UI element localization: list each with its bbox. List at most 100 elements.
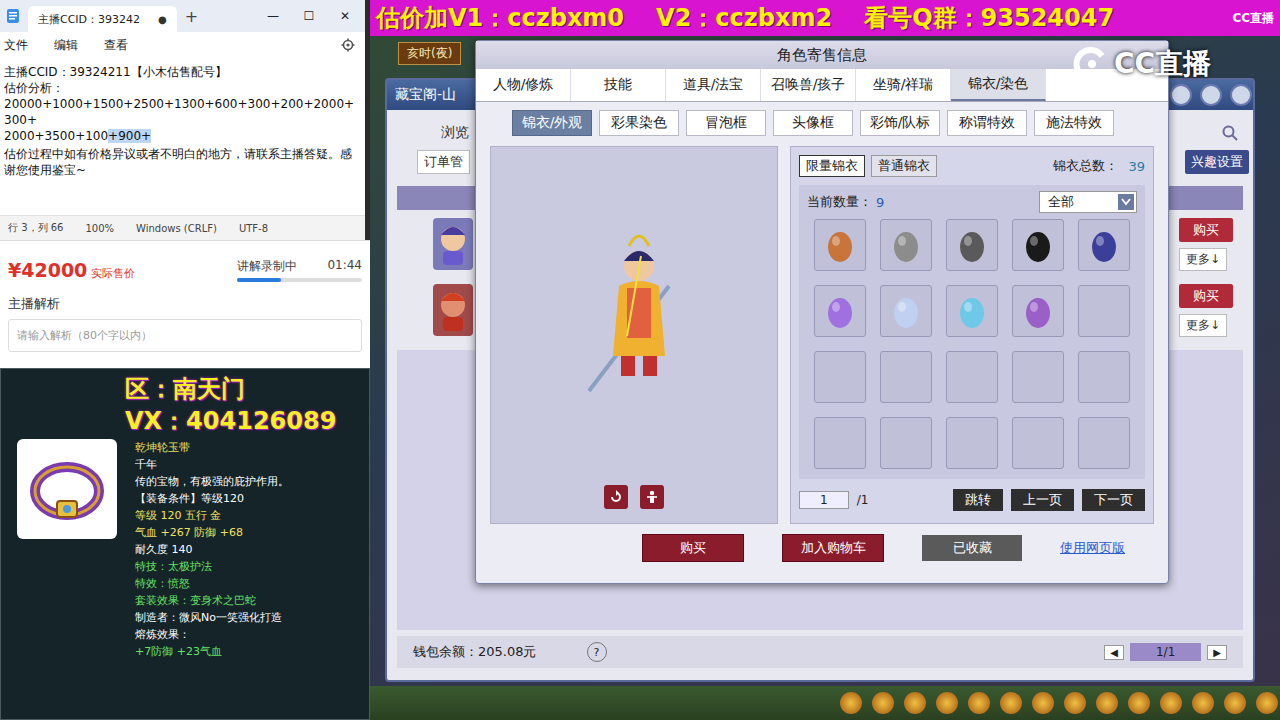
toolbar-icon[interactable] — [1256, 692, 1278, 714]
action-button[interactable]: 加入购物车 — [782, 534, 884, 562]
price-value: ¥42000 — [8, 259, 87, 281]
outfit-slot[interactable] — [814, 417, 866, 469]
minimize-icon[interactable] — [1170, 84, 1192, 106]
outfit-slot[interactable] — [1012, 285, 1064, 337]
page-indicator: 1/1 — [1130, 643, 1201, 661]
rotate-icon[interactable] — [604, 485, 628, 509]
help-button[interactable]: ? — [587, 642, 607, 662]
toolbar-icon[interactable] — [968, 692, 990, 714]
outfit-slot[interactable] — [1078, 285, 1130, 337]
nav-item[interactable]: 订单管 — [417, 150, 470, 174]
outfit-slot[interactable] — [1012, 351, 1064, 403]
current-count: 9 — [876, 195, 884, 210]
more-button[interactable]: 更多↓ — [1179, 248, 1227, 271]
toolbar-icon[interactable] — [936, 692, 958, 714]
outfit-slot[interactable] — [1078, 219, 1130, 271]
next-page-button[interactable]: ▶ — [1207, 645, 1227, 660]
outfit-slot[interactable] — [880, 219, 932, 271]
sub-tab[interactable]: 彩饰/队标 — [860, 110, 940, 136]
notepad-text[interactable]: 主播CCID：39324211【小木估售配号】估价分析：20000+1000+1… — [0, 58, 365, 215]
settings-icon[interactable] — [1200, 84, 1222, 106]
outfit-slot[interactable] — [814, 285, 866, 337]
toolbar-icon[interactable] — [1064, 692, 1086, 714]
toolbar-icon[interactable] — [1160, 692, 1182, 714]
avatar-icon[interactable] — [433, 218, 473, 270]
outfit-slot[interactable] — [946, 351, 998, 403]
next-page-button[interactable]: 下一页 — [1082, 489, 1145, 511]
menu-item[interactable]: 查看 — [104, 37, 128, 54]
outfit-slot[interactable] — [1012, 417, 1064, 469]
prev-page-button[interactable]: 上一页 — [1011, 489, 1074, 511]
outfit-slot[interactable] — [1012, 219, 1064, 271]
wallet-balance: 钱包余额：205.08元 — [413, 643, 537, 661]
toolbar-icon[interactable] — [1000, 692, 1022, 714]
avatar-icon[interactable] — [433, 284, 473, 336]
dialog-tab[interactable]: 锦衣/染色 — [951, 69, 1046, 101]
notepad-menu: 文件 编辑 查看 — [0, 32, 365, 58]
outfit-slot[interactable] — [946, 417, 998, 469]
dialog-tab[interactable]: 人物/修炼 — [476, 69, 571, 101]
outfit-slot[interactable] — [880, 285, 932, 337]
tab-unsaved-dot[interactable]: ● — [158, 14, 167, 25]
total-count: 39 — [1128, 159, 1145, 174]
dialog-tab[interactable]: 坐骑/祥瑞 — [856, 69, 951, 101]
category-dropdown[interactable]: 全部 — [1039, 191, 1137, 213]
window-control[interactable]: — — [259, 9, 287, 23]
outfit-slot[interactable] — [880, 417, 932, 469]
sub-tab[interactable]: 冒泡框 — [686, 110, 766, 136]
outfit-slot[interactable] — [814, 219, 866, 271]
recording-time: 01:44 — [327, 258, 362, 275]
item-attribute: 特效：愤怒 — [135, 575, 289, 592]
dialog-tab[interactable]: 技能 — [571, 69, 666, 101]
toolbar-icon[interactable] — [1032, 692, 1054, 714]
buy-button[interactable]: 购买 — [1179, 284, 1233, 308]
toolbar-icon[interactable] — [1192, 692, 1214, 714]
new-tab-button[interactable]: + — [185, 7, 198, 26]
toolbar-icon[interactable] — [872, 692, 894, 714]
sub-tab[interactable]: 施法特效 — [1034, 110, 1114, 136]
toolbar-icon[interactable] — [1224, 692, 1246, 714]
prev-page-button[interactable]: ◀ — [1104, 645, 1124, 660]
analysis-input[interactable]: 请输入解析（80个字以内） — [8, 319, 362, 352]
dialog-tab[interactable]: 道具/法宝 — [666, 69, 761, 101]
dialog-tab[interactable]: 召唤兽/孩子 — [761, 69, 856, 101]
outfit-slot[interactable] — [1078, 417, 1130, 469]
gear-icon[interactable] — [341, 38, 355, 52]
outfit-slot[interactable] — [814, 351, 866, 403]
sub-tab[interactable]: 锦衣/外观 — [512, 110, 592, 136]
wallet-bar: 钱包余额：205.08元? ◀ 1/1 ▶ — [397, 636, 1243, 668]
jump-button[interactable]: 跳转 — [953, 489, 1003, 511]
more-button[interactable]: 更多↓ — [1179, 314, 1227, 337]
notepad-tab[interactable]: 主播CCID：393242● — [28, 6, 177, 32]
sub-tab[interactable]: 彩果染色 — [599, 110, 679, 136]
status-item: 行 3，列 66 — [8, 221, 63, 235]
action-button[interactable]: 购买 — [642, 534, 744, 562]
action-button[interactable]: 使用网页版 — [1060, 535, 1125, 561]
close-icon[interactable] — [1230, 84, 1252, 106]
menu-item[interactable]: 文件 — [4, 37, 28, 54]
nav-item[interactable]: 浏览 — [441, 124, 469, 142]
page-input[interactable]: 1 — [799, 491, 849, 509]
filter-tab[interactable]: 普通锦衣 — [871, 155, 937, 177]
toolbar-icon[interactable] — [1096, 692, 1118, 714]
notepad-icon — [6, 8, 20, 24]
toolbar-icon[interactable] — [840, 692, 862, 714]
pose-icon[interactable] — [640, 485, 664, 509]
action-button[interactable]: 已收藏 — [922, 535, 1022, 561]
buy-button[interactable]: 购买 — [1179, 218, 1233, 242]
interest-button[interactable]: 兴趣设置 — [1185, 150, 1249, 174]
window-control[interactable]: ☐ — [295, 9, 323, 23]
toolbar-icon[interactable] — [904, 692, 926, 714]
menu-item[interactable]: 编辑 — [54, 37, 78, 54]
filter-tab[interactable]: 限量锦衣 — [799, 155, 865, 177]
outfit-slot[interactable] — [946, 285, 998, 337]
search-icon[interactable] — [1221, 124, 1239, 142]
sub-tab[interactable]: 头像框 — [773, 110, 853, 136]
toolbar-icon[interactable] — [1128, 692, 1150, 714]
price: ¥42000实际售价 — [8, 259, 135, 281]
sub-tab[interactable]: 称谓特效 — [947, 110, 1027, 136]
outfit-slot[interactable] — [1078, 351, 1130, 403]
window-control[interactable]: ✕ — [331, 9, 359, 23]
outfit-slot[interactable] — [880, 351, 932, 403]
outfit-slot[interactable] — [946, 219, 998, 271]
